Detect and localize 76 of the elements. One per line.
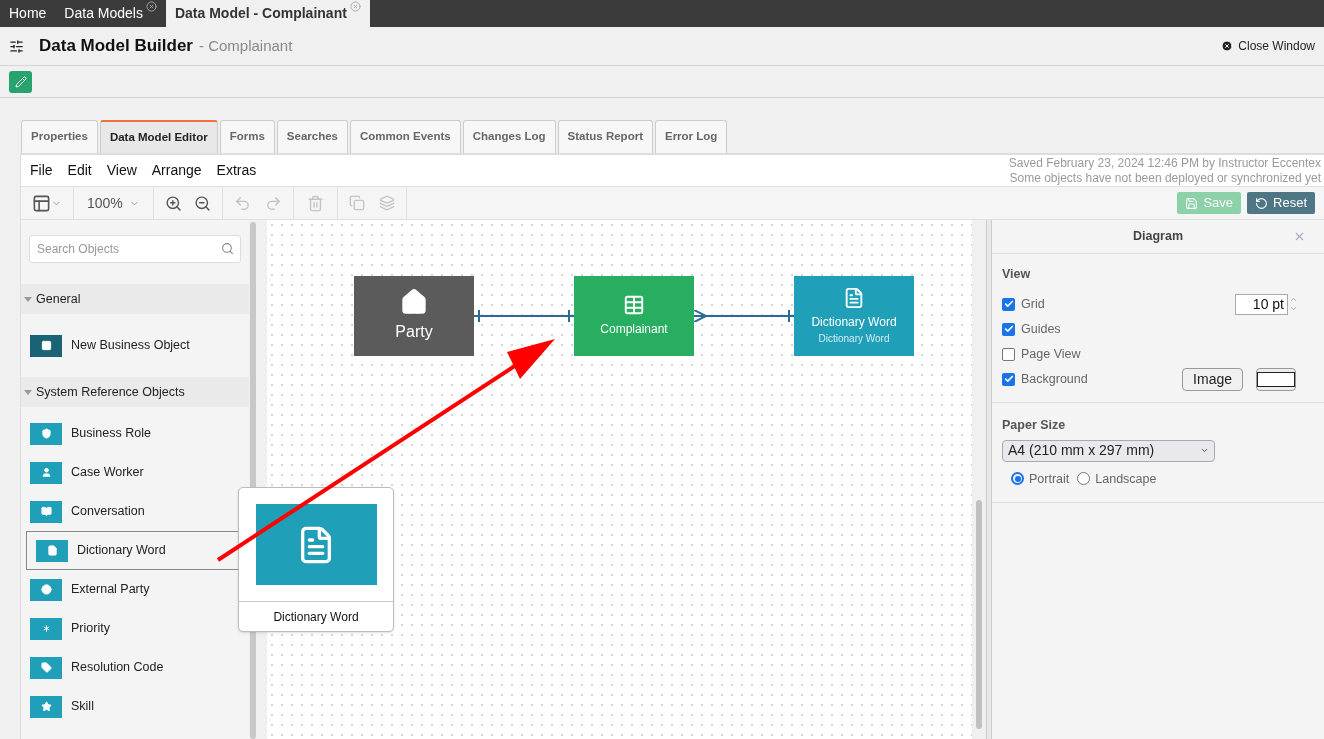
page-tab[interactable]: Error Log xyxy=(654,120,728,153)
drag-preview-tooltip: Dictionary Word xyxy=(238,487,394,632)
zoom-in-icon[interactable] xyxy=(164,194,182,212)
page-tab[interactable]: Properties xyxy=(21,120,98,153)
image-button[interactable]: Image xyxy=(1182,367,1243,391)
page-title: Data Model Builder xyxy=(39,35,193,58)
background-color-swatch[interactable] xyxy=(1256,367,1296,391)
table-icon xyxy=(623,294,645,316)
app-tab[interactable]: Home xyxy=(0,0,56,27)
menu-item[interactable]: Extras xyxy=(216,160,257,181)
page-subtitle: - Complainant xyxy=(198,35,293,56)
checkbox-label: Grid xyxy=(1021,295,1045,313)
close-icon[interactable] xyxy=(1293,230,1306,243)
caret-icon[interactable] xyxy=(24,389,32,395)
close-icon xyxy=(1221,40,1234,52)
group-header[interactable]: System Reference Objects xyxy=(21,377,249,407)
checkbox-label: Background xyxy=(1021,370,1088,388)
settings-icon[interactable] xyxy=(9,38,24,54)
format-panel-icon[interactable] xyxy=(32,193,62,213)
zoom-out-icon[interactable] xyxy=(193,194,211,212)
person-icon xyxy=(30,461,62,484)
caret-icon xyxy=(1200,446,1209,455)
page-tab[interactable]: Common Events xyxy=(349,120,461,153)
reset-icon xyxy=(1255,196,1269,210)
page-tab[interactable]: Status Report xyxy=(557,120,653,153)
shield-icon xyxy=(30,422,62,445)
checkbox-label: Guides xyxy=(1021,320,1061,338)
object-item[interactable]: Business Role xyxy=(21,414,249,453)
page-tab[interactable]: Changes Log xyxy=(462,120,556,153)
asterisk-icon xyxy=(30,617,62,640)
radio-label: Portrait xyxy=(1029,470,1070,488)
checkbox-label: Page View xyxy=(1021,345,1081,363)
pencil-icon xyxy=(14,75,27,88)
edit-button[interactable] xyxy=(9,70,32,93)
grid-size-field[interactable]: 10 pt xyxy=(1235,293,1288,315)
menu-item[interactable]: View xyxy=(106,160,137,181)
close-window-button[interactable]: Close Window xyxy=(1221,37,1315,55)
zoom-dropdown[interactable]: 100% xyxy=(87,192,140,214)
radio-button[interactable] xyxy=(1077,472,1091,486)
object-item[interactable]: Resolution Code xyxy=(21,648,249,687)
document-icon xyxy=(843,286,865,309)
panel-title: Diagram xyxy=(1133,228,1183,246)
page-tab[interactable]: Forms xyxy=(219,120,275,153)
close-icon[interactable] xyxy=(145,1,157,12)
paper-size-select[interactable]: A4 (210 mm x 297 mm) xyxy=(1002,439,1215,462)
tag-icon xyxy=(30,656,62,679)
book-icon xyxy=(30,500,62,523)
section-heading: Paper Size xyxy=(1002,416,1067,434)
menu-item[interactable]: File xyxy=(30,160,53,181)
object-item[interactable]: New Business Object xyxy=(21,326,249,365)
checkbox[interactable] xyxy=(1002,372,1015,386)
table-icon xyxy=(30,334,62,357)
app-tab[interactable]: Data Model - Complainant xyxy=(165,0,370,27)
save-status-text: Some objects have not been deployed or synchronized yet xyxy=(1008,170,1321,186)
search-icon[interactable] xyxy=(221,242,234,255)
radio-label: Landscape xyxy=(1095,470,1157,488)
object-item[interactable]: Skill xyxy=(21,687,249,726)
reset-button[interactable]: Reset xyxy=(1247,192,1315,214)
home-icon xyxy=(400,288,428,316)
document-icon xyxy=(36,539,68,562)
caret-icon[interactable] xyxy=(24,296,32,302)
menu-item[interactable]: Edit xyxy=(67,160,92,181)
checkbox[interactable] xyxy=(1002,347,1015,361)
group-header[interactable]: General xyxy=(21,284,249,314)
checkbox[interactable] xyxy=(1002,297,1015,311)
entity-node[interactable]: Party xyxy=(354,276,474,356)
save-icon xyxy=(1185,196,1199,210)
page-tab[interactable]: Searches xyxy=(276,120,348,153)
app-tab[interactable]: Data Models xyxy=(55,0,166,27)
checkbox[interactable] xyxy=(1002,322,1015,336)
save-status-text: Saved February 23, 2024 12:46 PM by Instructor Eccentex xyxy=(1008,155,1321,171)
menu-item[interactable]: Arrange xyxy=(151,160,202,181)
search-field[interactable]: Search Objects xyxy=(29,235,241,263)
section-heading: View xyxy=(1002,266,1032,283)
radio-button[interactable] xyxy=(1011,472,1024,486)
page-tab[interactable]: Data Model Editor xyxy=(99,120,218,153)
